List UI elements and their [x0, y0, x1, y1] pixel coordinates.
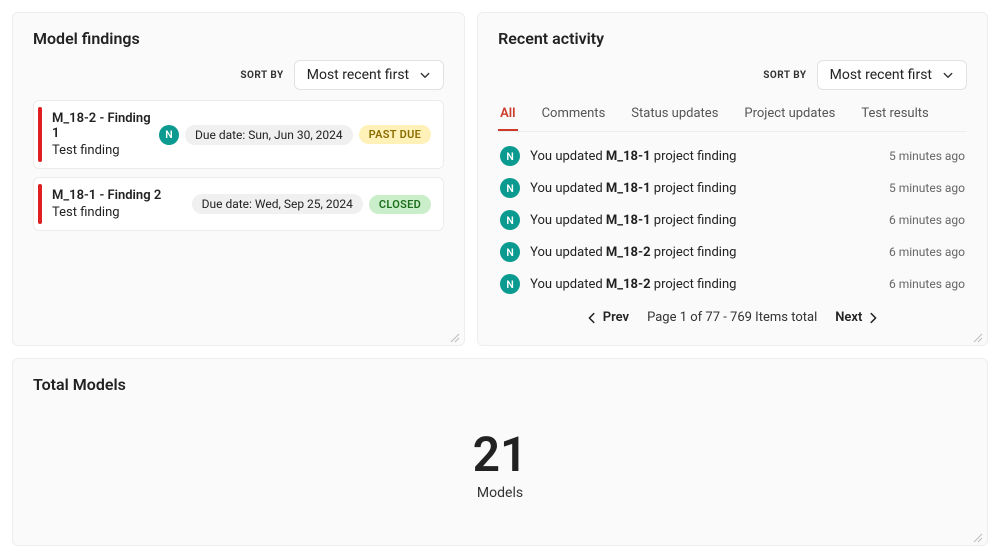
card-resize-handle[interactable] [973, 533, 983, 543]
total-models-body: 21 Models [33, 406, 967, 525]
chevron-down-icon [419, 69, 431, 81]
finding-meta: N Due date: Sun, Jun 30, 2024 PAST DUE [159, 125, 431, 145]
findings-sort-row: SORT BY Most recent first [33, 60, 444, 90]
activity-list: N You updated M_18-1 project finding 5 min… [498, 140, 967, 300]
activity-sort-label: SORT BY [763, 70, 806, 81]
activity-sort-row: SORT BY Most recent first [498, 60, 967, 90]
pager-next-label: Next [835, 310, 862, 325]
total-models-value: 21 [33, 426, 967, 483]
total-models-label: Models [33, 485, 967, 501]
due-date-pill: Due date: Wed, Sep 25, 2024 [192, 194, 363, 214]
activity-item[interactable]: N You updated M_18-2 project finding 6 min… [498, 236, 967, 268]
activity-tab[interactable]: Comments [540, 100, 608, 131]
model-findings-card: Model findings SORT BY Most recent first… [12, 12, 465, 346]
finding-body: M_18-1 - Finding 2 Test finding [46, 188, 184, 220]
finding-body: M_18-2 - Finding 1 Test finding [46, 111, 151, 158]
recent-activity-card: Recent activity SORT BY Most recent firs… [477, 12, 988, 346]
finding-meta: Due date: Wed, Sep 25, 2024 CLOSED [192, 194, 432, 214]
findings-sort-select[interactable]: Most recent first [294, 60, 444, 90]
avatar: N [500, 274, 520, 294]
arrow-left-icon [585, 311, 599, 325]
activity-text: You updated M_18-2 project finding [530, 245, 879, 260]
findings-sort-value: Most recent first [307, 67, 409, 83]
arrow-right-icon [866, 311, 880, 325]
recent-activity-title: Recent activity [498, 29, 967, 48]
activity-item[interactable]: N You updated M_18-1 project finding 5 min… [498, 172, 967, 204]
activity-text: You updated M_18-1 project finding [530, 213, 879, 228]
activity-text: You updated M_18-2 project finding [530, 277, 879, 292]
findings-sort-label: SORT BY [240, 70, 283, 81]
avatar: N [500, 178, 520, 198]
avatar: N [500, 210, 520, 230]
due-date-pill: Due date: Sun, Jun 30, 2024 [185, 125, 353, 145]
finding-item[interactable]: M_18-1 - Finding 2 Test finding Due date: … [33, 177, 444, 231]
activity-time: 5 minutes ago [889, 149, 965, 163]
activity-time: 6 minutes ago [889, 245, 965, 259]
activity-sort-select[interactable]: Most recent first [817, 60, 967, 90]
avatar: N [500, 146, 520, 166]
total-models-title: Total Models [33, 375, 967, 394]
activity-sort-value: Most recent first [830, 67, 932, 83]
activity-tabs: All Comments Status updates Project updates… [498, 100, 967, 132]
pager-prev-label: Prev [603, 310, 629, 325]
activity-tab[interactable]: Project updates [742, 100, 837, 131]
activity-text: You updated M_18-1 project finding [530, 181, 879, 196]
activity-item[interactable]: N You updated M_18-1 project finding 5 min… [498, 140, 967, 172]
activity-tab[interactable]: All [498, 100, 517, 131]
pager-info: Page 1 of 77 - 769 Items total [647, 310, 817, 325]
total-models-card: Total Models 21 Models [12, 358, 988, 546]
chevron-down-icon [942, 69, 954, 81]
activity-item[interactable]: N You updated M_18-1 project finding 6 min… [498, 204, 967, 236]
findings-list: M_18-2 - Finding 1 Test finding N Due date:… [33, 100, 444, 231]
status-badge: CLOSED [369, 195, 431, 214]
activity-item[interactable]: N You updated M_18-2 project finding 6 min… [498, 268, 967, 300]
finding-title: M_18-1 - Finding 2 [52, 188, 184, 203]
activity-text: You updated M_18-1 project finding [530, 149, 879, 164]
finding-subtitle: Test finding [52, 205, 184, 220]
activity-tab[interactable]: Test results [859, 100, 930, 131]
activity-pager: Prev Page 1 of 77 - 769 Items total Next [498, 300, 967, 325]
finding-subtitle: Test finding [52, 143, 151, 158]
card-resize-handle[interactable] [973, 333, 983, 343]
model-findings-title: Model findings [33, 29, 444, 48]
avatar: N [159, 125, 179, 145]
activity-time: 6 minutes ago [889, 213, 965, 227]
activity-tab[interactable]: Status updates [629, 100, 720, 131]
pager-prev-button[interactable]: Prev [585, 310, 629, 325]
pager-next-button[interactable]: Next [835, 310, 880, 325]
activity-time: 6 minutes ago [889, 277, 965, 291]
avatar: N [500, 242, 520, 262]
finding-title: M_18-2 - Finding 1 [52, 111, 151, 141]
activity-time: 5 minutes ago [889, 181, 965, 195]
card-resize-handle[interactable] [450, 333, 460, 343]
finding-item[interactable]: M_18-2 - Finding 1 Test finding N Due date:… [33, 100, 444, 169]
status-badge: PAST DUE [359, 125, 431, 144]
